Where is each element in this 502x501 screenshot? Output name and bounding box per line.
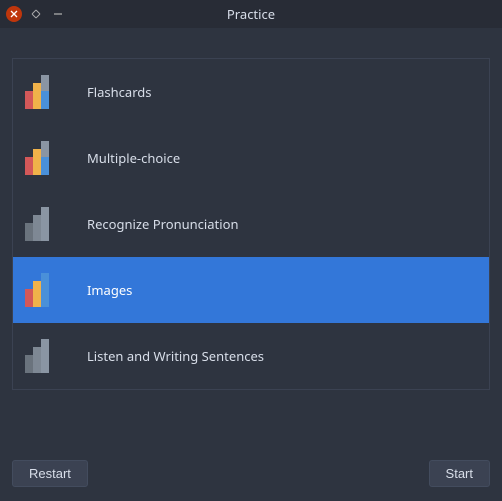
mode-item-flashcards[interactable]: Flashcards bbox=[13, 59, 489, 125]
mode-item-recognize-pronunciation[interactable]: Recognize Pronunciation bbox=[13, 191, 489, 257]
start-button[interactable]: Start bbox=[429, 460, 490, 487]
mode-item-multiple-choice[interactable]: Multiple-choice bbox=[13, 125, 489, 191]
minimize-icon[interactable] bbox=[50, 6, 66, 22]
button-row: Restart Start bbox=[12, 456, 490, 489]
mode-item-images[interactable]: Images bbox=[13, 257, 489, 323]
titlebar: Practice bbox=[0, 0, 502, 28]
mode-label: Images bbox=[87, 281, 132, 299]
close-icon[interactable] bbox=[6, 6, 22, 22]
flashcards-icon bbox=[25, 75, 59, 109]
multiple-choice-icon bbox=[25, 141, 59, 175]
images-icon bbox=[25, 273, 59, 307]
mode-label: Multiple-choice bbox=[87, 149, 180, 167]
mode-item-listen-writing[interactable]: Listen and Writing Sentences bbox=[13, 323, 489, 389]
restart-button[interactable]: Restart bbox=[12, 460, 88, 487]
window-title: Practice bbox=[0, 5, 502, 23]
mode-label: Flashcards bbox=[87, 83, 152, 101]
listen-writing-icon bbox=[25, 339, 59, 373]
maximize-icon[interactable] bbox=[28, 6, 44, 22]
mode-label: Recognize Pronunciation bbox=[87, 215, 239, 233]
mode-label: Listen and Writing Sentences bbox=[87, 347, 264, 365]
content: Flashcards Multiple-choice Recognize Pro… bbox=[0, 28, 502, 501]
pronunciation-icon bbox=[25, 207, 59, 241]
mode-list: Flashcards Multiple-choice Recognize Pro… bbox=[12, 58, 490, 390]
